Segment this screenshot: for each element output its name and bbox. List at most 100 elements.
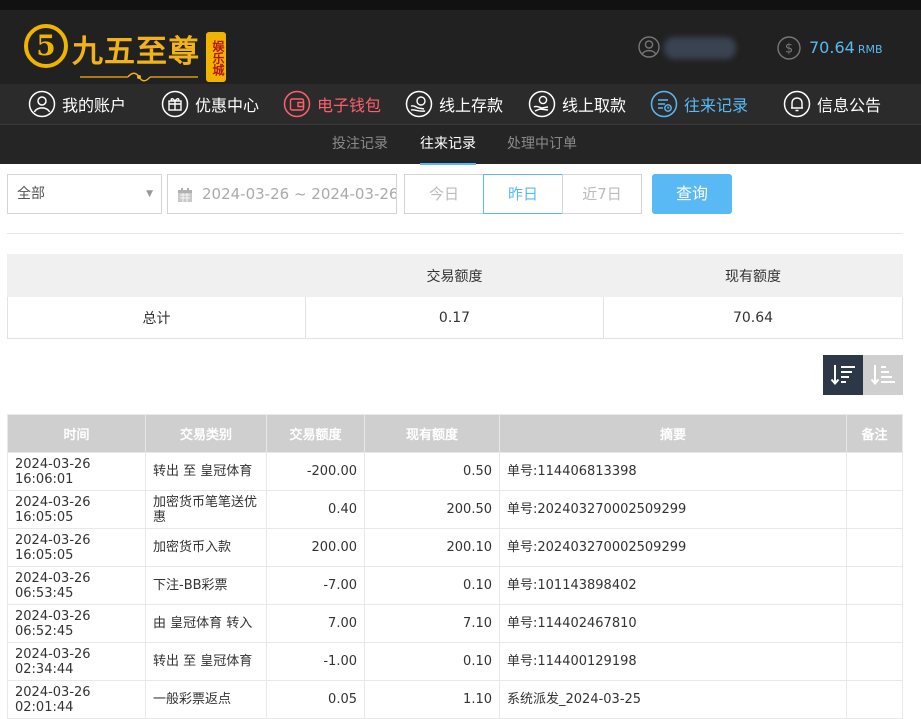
summary-header-cell: 交易额度	[305, 254, 604, 297]
record-summary: 单号:114406813398	[499, 452, 847, 491]
table-row: 2024-03-26 16:06:01 转出 至 皇冠体育 -200.00 0.50 单…	[7, 452, 903, 491]
summary-transaction-amount: 0.17	[305, 296, 604, 339]
records-header-row: 时间 交易类别 交易额度 现有额度 摘要 备注	[7, 414, 903, 453]
record-balance: 0.50	[364, 452, 500, 491]
sub-nav: 投注记录 往来记录 处理中订单	[0, 124, 921, 165]
svg-text:$: $	[785, 42, 793, 57]
main-nav: 我的账户 优惠中心 电子钱包 线上存款 线上取款 往来记录 信息公告	[0, 84, 921, 124]
record-balance: 7.10	[364, 604, 500, 643]
record-balance: 0.10	[364, 566, 500, 605]
summary-total-row: 总计 0.17 70.64	[7, 296, 903, 339]
wallet-icon	[283, 90, 311, 118]
table-row: 2024-03-26 06:53:45 下注-BB彩票 -7.00 0.10 单号:10…	[7, 566, 903, 605]
column-header-type: 交易类别	[145, 414, 267, 453]
transaction-type-select[interactable]: 全部 ▼	[7, 174, 162, 214]
record-time: 2024-03-26 16:05:05	[7, 490, 146, 529]
record-remarks	[846, 528, 903, 567]
account-balance: 70.64 RMB	[809, 38, 883, 57]
sort-descending-button[interactable]	[823, 355, 863, 395]
record-type: 加密货币笔笔送优惠	[145, 490, 267, 529]
record-time: 2024-03-26 16:05:05	[7, 528, 146, 567]
record-amount: -1.00	[266, 642, 365, 681]
table-row: 2024-03-26 16:05:05 加密货币入款 200.00 200.10 单号:…	[7, 528, 903, 567]
table-row: 2024-03-26 02:34:44 转出 至 皇冠体育 -1.00 0.10 单号:…	[7, 642, 903, 681]
record-summary: 单号:202403270002509299	[499, 490, 847, 529]
nav-item-online-deposit[interactable]: 线上存款	[405, 84, 503, 124]
summary-header-cell: 现有额度	[603, 254, 903, 297]
gift-icon	[161, 90, 189, 118]
record-type: 转出 至 皇冠体育	[145, 452, 267, 491]
username-redacted	[664, 37, 736, 59]
record-amount: 0.05	[266, 680, 365, 719]
nav-item-my-account[interactable]: 我的账户	[28, 84, 126, 124]
summary-table: 交易额度 现有额度 总计 0.17 70.64	[7, 254, 903, 339]
nav-item-transaction-records[interactable]: 往来记录	[650, 84, 748, 124]
nav-item-online-withdraw[interactable]: 线上取款	[528, 84, 626, 124]
filter-divider	[7, 233, 903, 234]
user-circle-icon	[28, 90, 56, 118]
calendar-icon	[178, 188, 192, 202]
record-type: 下注-BB彩票	[145, 566, 267, 605]
summary-header-cell	[7, 254, 306, 297]
caret-down-icon: ▼	[146, 189, 153, 199]
brand-logo[interactable]: 5 九五至尊 娱乐城	[24, 20, 229, 82]
query-button[interactable]: 查询	[652, 174, 732, 214]
column-header-summary: 摘要	[499, 414, 847, 453]
record-amount: 200.00	[266, 528, 365, 567]
table-row: 2024-03-26 06:52:45 由 皇冠体育 转入 7.00 7.10 单号:1…	[7, 604, 903, 643]
brand-name: 九五至尊	[72, 34, 200, 70]
site-header: 5 九五至尊 娱乐城 $ 70.64 RMB	[0, 10, 921, 84]
date-range-input[interactable]: 2024-03-26 ~ 2024-03-26	[167, 174, 397, 214]
record-balance: 200.10	[364, 528, 500, 567]
record-type: 由 皇冠体育 转入	[145, 604, 267, 643]
nav-item-promotions[interactable]: 优惠中心	[161, 84, 259, 124]
table-row: 2024-03-26 16:05:05 加密货币笔笔送优惠 0.40 200.50 单号…	[7, 490, 903, 529]
record-remarks	[846, 680, 903, 719]
quick-yesterday-button[interactable]: 昨日	[483, 174, 563, 214]
tab-pending-orders[interactable]: 处理中订单	[507, 125, 577, 165]
sort-descending-icon	[830, 365, 855, 386]
summary-header-row: 交易额度 现有额度	[7, 254, 903, 297]
nav-item-e-wallet[interactable]: 电子钱包	[283, 84, 381, 124]
column-header-remarks: 备注	[846, 414, 903, 453]
user-avatar-icon[interactable]	[638, 36, 660, 58]
top-strip	[0, 0, 921, 10]
logo-ornament-icon	[80, 72, 198, 82]
record-summary: 单号:114400129198	[499, 642, 847, 681]
record-balance: 0.10	[364, 642, 500, 681]
record-summary: 单号:101143898402	[499, 566, 847, 605]
quick-last-7-days-button[interactable]: 近7日	[562, 174, 642, 214]
nav-item-announcements[interactable]: 信息公告	[783, 84, 881, 124]
record-amount: 7.00	[266, 604, 365, 643]
record-type: 一般彩票返点	[145, 680, 267, 719]
record-remarks	[846, 642, 903, 681]
table-row: 2024-03-26 02:01:44 一般彩票返点 0.05 1.10 系统派发_20…	[7, 680, 903, 719]
record-time: 2024-03-26 06:53:45	[7, 566, 146, 605]
withdraw-icon	[528, 90, 556, 118]
records-body: 2024-03-26 16:06:01 转出 至 皇冠体育 -200.00 0.50 单…	[7, 452, 903, 719]
record-summary: 单号:114402467810	[499, 604, 847, 643]
tab-transaction-records[interactable]: 往来记录	[420, 125, 476, 165]
quick-today-button[interactable]: 今日	[404, 174, 484, 214]
column-header-amount: 交易额度	[266, 414, 365, 453]
record-remarks	[846, 452, 903, 491]
tab-bet-records[interactable]: 投注记录	[332, 125, 388, 165]
sort-ascending-icon	[870, 365, 895, 386]
record-type: 转出 至 皇冠体育	[145, 642, 267, 681]
record-amount: -200.00	[266, 452, 365, 491]
record-amount: -7.00	[266, 566, 365, 605]
record-remarks	[846, 566, 903, 605]
record-time: 2024-03-26 06:52:45	[7, 604, 146, 643]
transaction-records-table: 时间 交易类别 交易额度 现有额度 摘要 备注 2024-03-26 16:06…	[7, 414, 903, 719]
column-header-time: 时间	[7, 414, 146, 453]
record-time: 2024-03-26 16:06:01	[7, 452, 146, 491]
records-icon	[650, 90, 678, 118]
bell-icon	[783, 90, 811, 118]
record-remarks	[846, 604, 903, 643]
record-summary: 单号:202403270002509299	[499, 528, 847, 567]
summary-label: 总计	[7, 296, 306, 339]
logo-ring-icon: 5	[24, 24, 68, 68]
sort-ascending-button[interactable]	[863, 355, 903, 395]
record-summary: 系统派发_2024-03-25	[499, 680, 847, 719]
record-type: 加密货币入款	[145, 528, 267, 567]
